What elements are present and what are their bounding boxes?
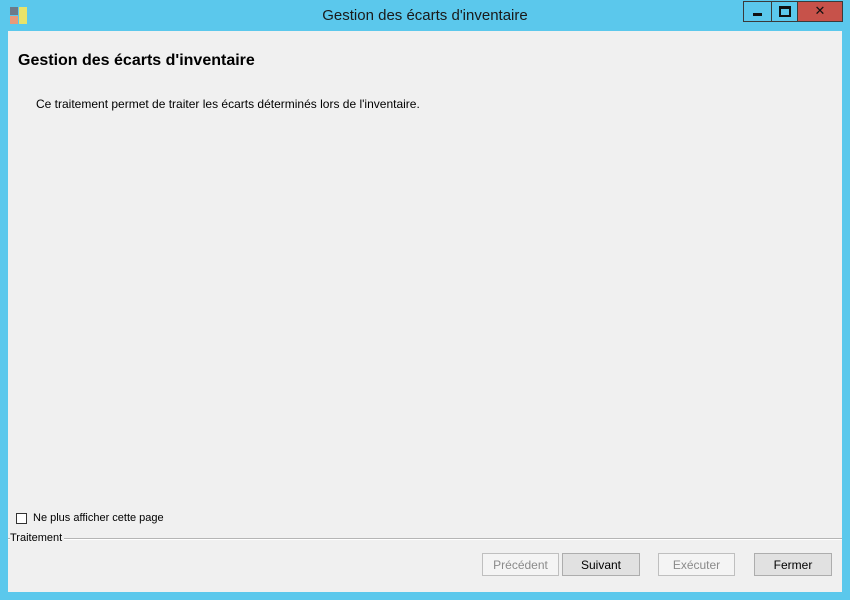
group-label: Traitement bbox=[10, 532, 65, 544]
minimize-button[interactable] bbox=[743, 1, 771, 22]
hide-page-option[interactable]: Ne plus afficher cette page bbox=[16, 512, 164, 524]
title-bar[interactable]: Gestion des écarts d'inventaire ✕ bbox=[0, 0, 850, 31]
maximize-icon bbox=[778, 6, 791, 17]
hide-page-label: Ne plus afficher cette page bbox=[33, 512, 164, 524]
maximize-button[interactable] bbox=[771, 1, 798, 22]
close-icon: ✕ bbox=[814, 4, 826, 19]
group-divider bbox=[8, 538, 842, 540]
execute-button[interactable]: Exécuter bbox=[658, 553, 735, 576]
page-description: Ce traitement permet de traiter les écar… bbox=[36, 97, 420, 111]
previous-button[interactable]: Précédent bbox=[482, 553, 559, 576]
dialog-window: Gestion des écarts d'inventaire ✕ Gestio… bbox=[0, 0, 850, 600]
window-title: Gestion des écarts d'inventaire bbox=[322, 7, 528, 24]
hide-page-checkbox[interactable] bbox=[16, 512, 27, 524]
dialog-content: Gestion des écarts d'inventaire Ce trait… bbox=[8, 31, 842, 592]
minimize-icon bbox=[753, 13, 762, 16]
close-button[interactable]: Fermer bbox=[754, 553, 832, 576]
page-title: Gestion des écarts d'inventaire bbox=[18, 52, 255, 69]
close-window-button[interactable]: ✕ bbox=[798, 1, 843, 22]
next-button[interactable]: Suivant bbox=[562, 553, 640, 576]
